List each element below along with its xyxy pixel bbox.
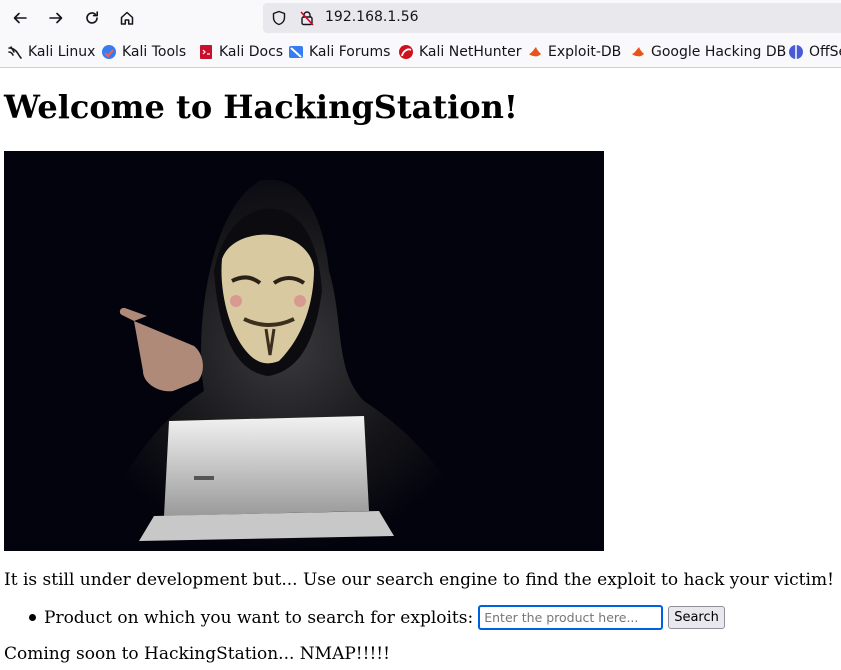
url-text[interactable]: 192.168.1.56 — [325, 9, 419, 25]
hacker-illustration — [4, 151, 604, 551]
home-icon — [120, 11, 134, 25]
bookmark-offsec[interactable]: OffSe — [788, 44, 841, 60]
home-button[interactable] — [113, 4, 141, 32]
exploit-db-icon — [529, 47, 541, 57]
kali-nethunter-icon — [399, 45, 413, 59]
bookmark-kali-tools[interactable]: Kali Tools — [101, 44, 186, 60]
back-button[interactable] — [6, 4, 34, 32]
bookmark-google-hacking-db[interactable]: Google Hacking DB — [630, 44, 786, 60]
url-bar[interactable]: 192.168.1.56 — [263, 3, 841, 33]
hero-image — [4, 151, 604, 551]
forward-button[interactable] — [42, 4, 70, 32]
search-list-item: Product on which you want to search for … — [29, 605, 725, 630]
bullet-icon — [29, 614, 36, 621]
arrow-left-icon — [13, 12, 27, 24]
shield-icon[interactable] — [271, 10, 287, 26]
browser-navbar: 192.168.1.56 — [0, 0, 841, 36]
product-search-input[interactable] — [478, 605, 664, 630]
offsec-icon — [789, 45, 803, 59]
search-label: Product on which you want to search for … — [44, 607, 474, 628]
bookmark-kali-nethunter[interactable]: Kali NetHunter — [398, 44, 521, 60]
arrow-right-icon — [49, 12, 63, 24]
bookmark-exploit-db[interactable]: Exploit-DB — [527, 44, 621, 60]
kali-forums-icon — [289, 46, 303, 58]
bookmark-kali-forums[interactable]: Kali Forums — [288, 44, 390, 60]
bookmark-kali-docs[interactable]: Kali Docs — [198, 44, 283, 60]
reload-button[interactable] — [78, 4, 106, 32]
search-list: Product on which you want to search for … — [29, 605, 725, 630]
development-notice: It is still under development but... Use… — [4, 570, 834, 590]
bookmarks-toolbar: Kali Linux Kali Tools Kali Docs Kali For… — [0, 36, 841, 68]
kali-tools-icon — [102, 45, 116, 59]
kali-docs-icon — [200, 45, 212, 59]
bookmark-kali-linux[interactable]: Kali Linux — [7, 44, 95, 60]
kali-dragon-icon — [8, 46, 22, 59]
ghdb-icon — [632, 47, 644, 57]
search-button[interactable]: Search — [668, 606, 725, 629]
coming-soon-text: Coming soon to HackingStation... NMAP!!!… — [4, 644, 390, 664]
page-title: Welcome to HackingStation! — [4, 88, 518, 126]
reload-icon — [86, 11, 98, 24]
insecure-lock-icon[interactable] — [299, 10, 315, 26]
